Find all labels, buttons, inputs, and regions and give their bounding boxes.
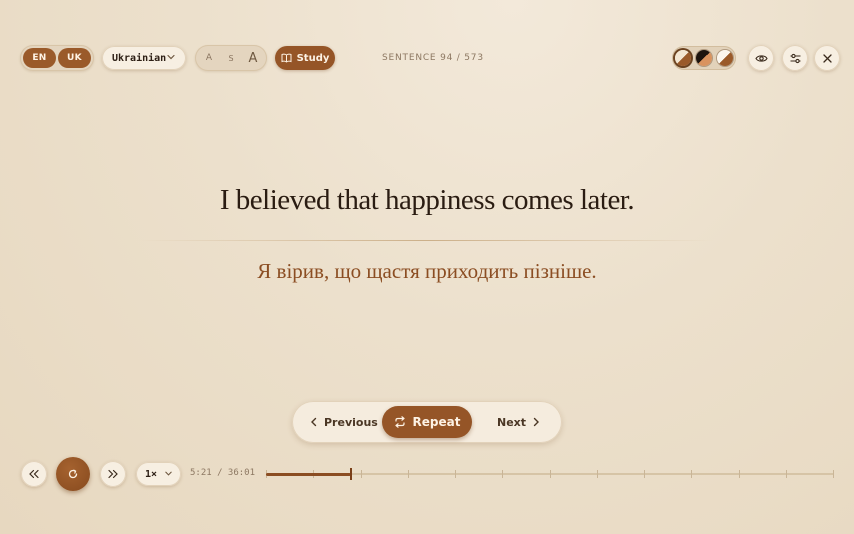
sliders-icon <box>790 53 800 63</box>
study-button[interactable]: Study <box>275 46 335 70</box>
progress-tick <box>785 470 787 478</box>
lang-en-button[interactable]: EN <box>23 48 56 68</box>
progress-tick <box>407 470 409 478</box>
progress-fill <box>266 472 351 476</box>
next-button[interactable]: Next <box>497 401 540 443</box>
progress-tick <box>549 470 551 478</box>
repeat-icon <box>394 416 405 428</box>
language-toggle: EN UK <box>20 45 94 71</box>
double-chevron-right-icon <box>108 469 118 479</box>
sentence-navigation: Previous Repeat Next <box>292 401 562 443</box>
theme-swatch-light[interactable] <box>717 50 733 66</box>
language-select[interactable]: Ukrainian <box>102 46 186 70</box>
font-decrease-button[interactable]: A <box>201 45 217 71</box>
lang-uk-button[interactable]: UK <box>58 48 91 68</box>
previous-label: Previous <box>324 415 378 429</box>
source-sentence: I believed that happiness comes later. <box>219 184 635 216</box>
sentence-counter: SENTENCE 94 / 573 <box>382 53 484 63</box>
playback-speed-value: 1× <box>145 468 158 480</box>
play-button[interactable] <box>56 457 90 491</box>
font-size-group: A S A <box>195 45 267 71</box>
close-icon <box>822 53 832 63</box>
playback-speed-select[interactable]: 1× <box>136 462 181 486</box>
close-button[interactable] <box>814 45 840 71</box>
progress-track[interactable] <box>266 468 834 480</box>
chevron-down-icon <box>167 54 175 60</box>
progress-tick <box>596 470 598 478</box>
double-chevron-left-icon <box>29 469 39 479</box>
chevron-down-icon <box>165 471 172 476</box>
progress-tick <box>360 470 362 478</box>
theme-swatch-cream[interactable] <box>675 50 691 66</box>
theme-swatch-dark[interactable] <box>696 50 712 66</box>
audio-player: 1× 5:21 / 36:01 <box>20 457 834 491</box>
settings-button[interactable] <box>782 45 808 71</box>
forward-button[interactable] <box>100 461 126 487</box>
eye-icon <box>754 54 768 62</box>
font-increase-button[interactable]: A <box>244 45 262 71</box>
progress-tick <box>644 470 645 478</box>
progress-tick <box>691 470 693 478</box>
chevron-left-icon <box>311 417 317 427</box>
rewind-button[interactable] <box>21 461 47 487</box>
top-toolbar: EN UK Ukrainian A S A Study SENTENCE 94 … <box>20 45 840 71</box>
book-icon <box>281 53 292 63</box>
previous-button[interactable]: Previous <box>310 401 378 443</box>
theme-switcher <box>672 46 736 70</box>
progress-thumb[interactable] <box>349 468 352 480</box>
repeat-label: Repeat <box>412 415 461 429</box>
study-label: Study <box>296 52 330 64</box>
language-select-value: Ukrainian <box>112 52 167 64</box>
chevron-right-icon <box>533 417 540 427</box>
rotate-cw-icon <box>68 469 78 479</box>
time-readout: 5:21 / 36:01 <box>190 468 256 478</box>
visibility-button[interactable] <box>748 45 774 71</box>
next-label: Next <box>497 415 527 429</box>
font-small-button[interactable]: S <box>223 45 239 71</box>
progress-tick <box>833 470 834 478</box>
repeat-button[interactable]: Repeat <box>382 406 472 438</box>
progress-tick <box>455 470 456 478</box>
sentence-divider <box>140 240 714 241</box>
progress-tick <box>502 470 504 478</box>
translated-sentence: Я вірив, що щастя приходить пізніше. <box>257 259 597 283</box>
progress-tick <box>738 470 740 478</box>
